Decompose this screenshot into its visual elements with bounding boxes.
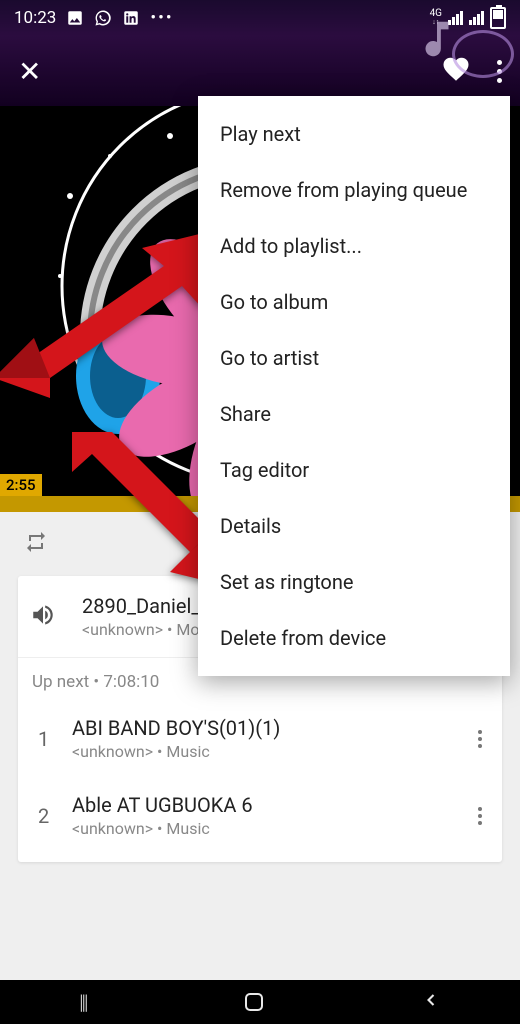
queue-row[interactable]: 1 ABI BAND BOY'S(01)(1) <unknown> • Musi…: [18, 700, 502, 777]
menu-add-playlist[interactable]: Add to playlist...: [198, 218, 510, 274]
repeat-icon[interactable]: [24, 530, 48, 558]
annotation-circle: [452, 30, 514, 78]
signal-icon-2: [469, 11, 484, 25]
menu-remove-queue[interactable]: Remove from playing queue: [198, 162, 510, 218]
menu-tag-editor[interactable]: Tag editor: [198, 442, 510, 498]
queue-sub: <unknown> • Music: [72, 819, 474, 838]
annotation-arrow-up: [0, 218, 224, 398]
whatsapp-icon: [94, 9, 112, 27]
queue-sub: <unknown> • Music: [72, 742, 474, 761]
speaker-icon: [30, 602, 56, 632]
menu-go-artist[interactable]: Go to artist: [198, 330, 510, 386]
row-overflow-icon[interactable]: [474, 722, 486, 756]
queue-title: ABI BAND BOY'S(01)(1): [72, 716, 474, 740]
menu-delete[interactable]: Delete from device: [198, 610, 510, 666]
row-overflow-icon[interactable]: [474, 799, 486, 833]
home-button[interactable]: [245, 993, 263, 1011]
queue-row[interactable]: 2 Able AT UGBUOKA 6 <unknown> • Music: [18, 777, 502, 854]
battery-icon: [490, 7, 506, 29]
image-icon: [66, 9, 84, 27]
more-notifications-icon: •••: [150, 8, 173, 28]
recents-button[interactable]: |||: [79, 990, 86, 1014]
queue-number: 1: [38, 727, 72, 751]
menu-play-next[interactable]: Play next: [198, 106, 510, 162]
menu-go-album[interactable]: Go to album: [198, 274, 510, 330]
queue-number: 2: [38, 804, 72, 828]
system-nav-bar: |||: [0, 980, 520, 1024]
linkedin-icon: [122, 9, 140, 27]
context-menu: Play next Remove from playing queue Add …: [198, 96, 510, 676]
menu-details[interactable]: Details: [198, 498, 510, 554]
back-button[interactable]: [421, 990, 441, 1015]
menu-set-ringtone[interactable]: Set as ringtone: [198, 554, 510, 610]
timestamp-pill: 2:55: [0, 474, 42, 496]
clock: 10:23: [14, 8, 56, 28]
queue-title: Able AT UGBUOKA 6: [72, 793, 474, 817]
close-icon[interactable]: ✕: [18, 55, 41, 88]
menu-share[interactable]: Share: [198, 386, 510, 442]
